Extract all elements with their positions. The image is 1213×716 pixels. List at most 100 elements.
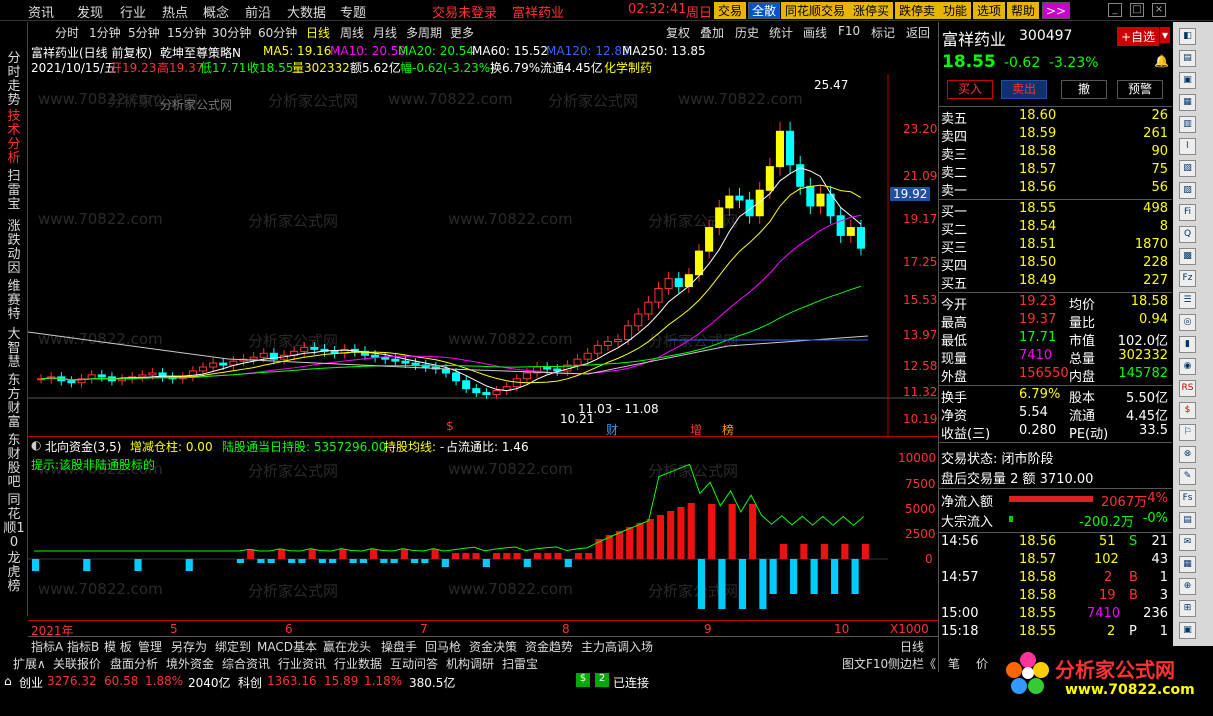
btn-fuquan[interactable]: 复权: [666, 24, 690, 41]
ask-row[interactable]: 卖四 18.59 261: [939, 126, 1172, 145]
candle[interactable]: [856, 227, 865, 249]
toolbar-icon[interactable]: Fi: [1179, 204, 1196, 221]
toolbar-icon[interactable]: $: [1179, 402, 1196, 419]
sell-button[interactable]: 卖出: [1001, 80, 1047, 99]
add-watchlist-button[interactable]: +自选: [1117, 27, 1160, 46]
toolbar-icon[interactable]: ▥: [1179, 116, 1196, 133]
tab-win-leader[interactable]: 赢在龙头: [323, 638, 371, 655]
candle[interactable]: [765, 166, 774, 191]
candle[interactable]: [715, 207, 724, 229]
candle[interactable]: [482, 392, 491, 396]
nav-dongfang[interactable]: 东方财富: [2, 374, 26, 430]
toolbar-icon[interactable]: ◧: [1179, 28, 1196, 45]
help-button[interactable]: 帮助: [1007, 2, 1040, 19]
candle[interactable]: [472, 388, 481, 394]
ask-row[interactable]: 卖三 18.58 90: [939, 144, 1172, 163]
ask-row[interactable]: 卖二 18.57 75: [939, 162, 1172, 181]
toolbar-icon[interactable]: ▨: [1179, 182, 1196, 199]
menu-item-hangye[interactable]: 行业: [120, 2, 146, 21]
btn-huaxian[interactable]: 画线: [803, 24, 827, 41]
candle[interactable]: [613, 339, 623, 342]
tab-5min[interactable]: 5分钟: [128, 24, 160, 41]
tab-expand[interactable]: 扩展∧: [13, 655, 46, 672]
tab-huimaqiang[interactable]: 回马枪: [425, 638, 461, 655]
candle[interactable]: [67, 380, 76, 384]
toolbar-icon[interactable]: ⌇: [1179, 138, 1196, 155]
nav-longhu[interactable]: 龙虎榜: [2, 552, 26, 594]
toolbar-icon[interactable]: Fz: [1179, 270, 1196, 287]
candle[interactable]: [735, 195, 744, 201]
menu-item-zhuanti[interactable]: 专题: [340, 2, 366, 21]
toolbar-icon[interactable]: ◉: [1179, 358, 1196, 375]
kline-chart[interactable]: [28, 74, 938, 436]
sub-chart[interactable]: [28, 454, 888, 620]
toolbar-icon[interactable]: ▣: [1179, 622, 1196, 639]
ask-row[interactable]: 卖一 18.56 56: [939, 180, 1172, 199]
tab-15min[interactable]: 15分钟: [167, 24, 206, 41]
toolbar-icon[interactable]: ⚐: [1179, 424, 1196, 441]
candle[interactable]: [593, 344, 602, 354]
candle[interactable]: [543, 366, 552, 370]
nav-guba[interactable]: 东财股吧: [2, 434, 26, 490]
toolbar-icon[interactable]: ☰: [1179, 292, 1196, 309]
candle[interactable]: [401, 360, 410, 364]
btn-tongji[interactable]: 统计: [769, 24, 793, 41]
tab-30min[interactable]: 30分钟: [212, 24, 251, 41]
limit-down-sell-button[interactable]: 跌停卖: [895, 2, 940, 19]
minimize-icon[interactable]: _: [1108, 3, 1122, 17]
tab-sidebar[interactable]: 侧边栏《: [888, 655, 936, 672]
trade-button[interactable]: 交易: [714, 2, 747, 19]
trade-status[interactable]: 交易未登录: [432, 2, 497, 21]
candle[interactable]: [664, 278, 673, 289]
candle[interactable]: [725, 195, 734, 209]
candle[interactable]: [684, 274, 693, 287]
candle[interactable]: [198, 366, 208, 372]
alert-button[interactable]: 预警: [1117, 80, 1163, 99]
ask-row[interactable]: 卖五 18.60 26: [939, 108, 1172, 127]
tab-1min[interactable]: 1分钟: [89, 24, 121, 41]
nav-jishu[interactable]: 技术分析: [2, 110, 26, 166]
btn-lishi[interactable]: 历史: [735, 24, 759, 41]
btn-biaoji[interactable]: 标记: [871, 24, 895, 41]
sub-collapse-icon[interactable]: ◐: [31, 438, 41, 452]
nav-fenshi[interactable]: 分时走势: [2, 52, 26, 108]
tab-daily[interactable]: 日线: [306, 24, 330, 41]
toolbar-icon[interactable]: ✉: [1179, 534, 1196, 551]
tab-bind-to[interactable]: 绑定到: [215, 638, 251, 655]
candle[interactable]: [573, 358, 582, 366]
index-name[interactable]: 创业: [19, 674, 43, 691]
nav-zhangdie[interactable]: 涨跌动因: [2, 220, 26, 276]
menu-item-redian[interactable]: 热点: [162, 2, 188, 21]
toolbar-icon[interactable]: ⊕: [1179, 578, 1196, 595]
menu-item-zixun[interactable]: 资讯: [28, 2, 54, 21]
tab-industry-news[interactable]: 行业资讯: [278, 655, 326, 672]
nav-weisaite[interactable]: 维赛特: [2, 280, 26, 322]
ths-trade-button[interactable]: 同花顺交易: [781, 2, 850, 19]
bid-row[interactable]: 买三 18.51 1870: [939, 237, 1172, 256]
candle[interactable]: [522, 372, 531, 380]
close-icon[interactable]: ×: [1152, 3, 1166, 17]
candle[interactable]: [846, 227, 855, 236]
tab-industry-data[interactable]: 行业数据: [334, 655, 382, 672]
tab-indicator-a[interactable]: 指标A: [31, 638, 63, 655]
toolbar-icon[interactable]: ▩: [1179, 248, 1196, 265]
tab-foreign-fund[interactable]: 境外资金: [166, 655, 214, 672]
tab-fund-trend[interactable]: 资金趋势: [525, 638, 573, 655]
candle[interactable]: [806, 185, 815, 207]
candle[interactable]: [391, 358, 400, 362]
candle[interactable]: [97, 374, 106, 378]
menu-item-gainian[interactable]: 概念: [203, 2, 229, 21]
function-button[interactable]: 功能: [939, 2, 972, 19]
bell-icon[interactable]: 🔔: [1154, 54, 1169, 68]
candle[interactable]: [674, 278, 683, 287]
tab-more[interactable]: 更多: [450, 24, 474, 41]
candle[interactable]: [644, 301, 653, 315]
toolbar-icon[interactable]: ▦: [1179, 556, 1196, 573]
bid-row[interactable]: 买四 18.50 228: [939, 255, 1172, 274]
tab-qa[interactable]: 互动问答: [390, 655, 438, 672]
tab-trader[interactable]: 操盘手: [381, 638, 417, 655]
tab-manage[interactable]: 管理: [138, 638, 162, 655]
toolbar-icon[interactable]: ⊗: [1179, 446, 1196, 463]
tab-weekly[interactable]: 周线: [340, 24, 364, 41]
candle[interactable]: [87, 374, 96, 380]
